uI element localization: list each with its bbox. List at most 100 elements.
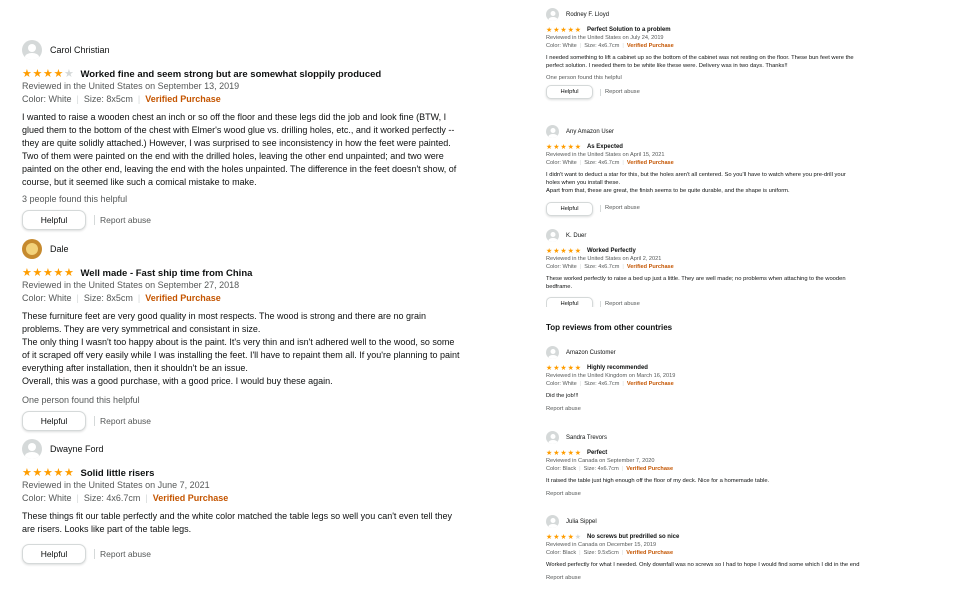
variant-size[interactable]: Size: 4x6.7cm (584, 43, 619, 49)
variant-color[interactable]: Color: Black (546, 550, 576, 556)
review-body: I wanted to raise a wooden chest an inch… (22, 112, 457, 187)
review-title[interactable]: Well made - Fast ship time from China (81, 268, 253, 279)
report-abuse-link[interactable]: Report abuse (94, 549, 151, 559)
verified-purchase-badge[interactable]: Verified Purchase (626, 550, 673, 556)
star-rating[interactable]: ★ ★ ★ ★ ★ (546, 534, 582, 541)
review-title[interactable]: Perfect Solution to a problem (587, 27, 671, 33)
reviewer-profile[interactable]: Dwayne Ford (22, 439, 462, 459)
variant-color[interactable]: Color: White (546, 264, 577, 270)
reviewer-name: Sandra Trevors (566, 434, 608, 441)
variant-color[interactable]: Color: White (22, 493, 72, 503)
star-filled-icon: ★ (553, 143, 560, 151)
report-abuse-link[interactable]: Report abuse (546, 406, 861, 413)
variant-info: Color: White | Size: 4x6.7cm | Verified Purc… (546, 381, 674, 387)
variant-color[interactable]: Color: White (22, 293, 72, 303)
verified-purchase-badge[interactable]: Verified Purchase (145, 293, 221, 303)
report-abuse-link[interactable]: Report abuse (600, 300, 640, 307)
review-title[interactable]: No screws but predrilled so nice (587, 534, 679, 540)
star-filled-icon: ★ (43, 266, 53, 279)
star-filled-icon: ★ (567, 247, 574, 255)
report-abuse-link[interactable]: Report abuse (546, 491, 861, 498)
review-title[interactable]: Worked fine and seem strong but are some… (81, 69, 382, 80)
reviewer-name: Dale (50, 244, 69, 254)
avatar (22, 439, 42, 459)
review-date: Reviewed in the United States on July 24… (546, 35, 664, 41)
star-filled-icon: ★ (560, 26, 567, 34)
star-filled-icon: ★ (574, 26, 582, 34)
star-filled-icon: ★ (553, 449, 560, 457)
star-rating[interactable]: ★ ★ ★ ★ ★ (546, 27, 582, 34)
star-filled-icon: ★ (53, 266, 64, 279)
verified-purchase-badge[interactable]: Verified Purchase (627, 160, 674, 166)
verified-purchase-badge[interactable]: Verified Purchase (153, 493, 229, 503)
helpful-count: 3 people found this helpful (22, 194, 128, 204)
variant-size[interactable]: Size: 4x6.7cm (584, 466, 619, 472)
helpful-button[interactable]: Helpful (22, 411, 86, 431)
variant-color[interactable]: Color: White (22, 94, 72, 104)
reviewer-profile[interactable]: Julia Sippel (546, 515, 861, 528)
reviewer-name: K. Duer (566, 232, 587, 239)
star-rating[interactable]: ★ ★ ★ ★ ★ (22, 67, 75, 80)
review-body: It raised the table just high enough off… (546, 478, 770, 484)
reviewer-profile[interactable]: Rodney F. Lloyd (546, 8, 861, 21)
star-filled-icon: ★ (546, 449, 553, 457)
star-filled-icon: ★ (567, 364, 574, 372)
reviewer-profile[interactable]: Carol Christian (22, 40, 462, 60)
variant-color[interactable]: Color: White (546, 43, 577, 49)
review-title[interactable]: Solid little risers (81, 468, 155, 479)
review-title[interactable]: As Expected (587, 144, 623, 150)
review-date: Reviewed in the United States on June 7,… (22, 480, 210, 490)
variant-color[interactable]: Color: White (546, 381, 577, 387)
verified-purchase-badge[interactable]: Verified Purchase (627, 264, 674, 270)
variant-size[interactable]: Size: 4x6.7cm (584, 264, 619, 270)
helpful-button[interactable]: Helpful (546, 201, 593, 216)
report-abuse-link[interactable]: Report abuse (600, 88, 640, 96)
helpful-button[interactable]: Helpful (22, 210, 86, 230)
verified-purchase-badge[interactable]: Verified Purchase (627, 43, 674, 49)
star-filled-icon: ★ (546, 533, 553, 541)
star-rating[interactable]: ★ ★ ★ ★ ★ (22, 467, 75, 479)
reviewer-profile[interactable]: Sandra Trevors (546, 431, 861, 444)
star-rating[interactable]: ★ ★ ★ ★ ★ (546, 450, 582, 457)
star-rating[interactable]: ★ ★ ★ ★ ★ (546, 248, 582, 255)
reviewer-profile[interactable]: Amazon Customer (546, 346, 861, 359)
review-card: Rodney F. Lloyd ★ ★ ★ ★ ★ Perfect Solution t… (546, 8, 861, 100)
star-filled-icon: ★ (32, 67, 43, 80)
helpful-button[interactable]: Helpful (22, 544, 86, 564)
variant-color[interactable]: Color: Black (546, 466, 576, 472)
variant-color[interactable]: Color: White (546, 160, 577, 166)
variant-size[interactable]: Size: 4x6.7cm (584, 160, 619, 166)
variant-size[interactable]: Size: 8x5cm (84, 293, 133, 303)
avatar (546, 229, 559, 242)
verified-purchase-badge[interactable]: Verified Purchase (627, 381, 674, 387)
star-rating[interactable]: ★ ★ ★ ★ ★ (546, 144, 582, 151)
review-title[interactable]: Highly recommended (587, 365, 648, 371)
variant-size[interactable]: Size: 4x6.7cm (584, 381, 619, 387)
variant-info: Color: White | Size: 4x6.7cm | Verified Purc… (546, 160, 674, 166)
star-filled-icon: ★ (574, 364, 582, 372)
report-abuse-link[interactable]: Report abuse (94, 416, 151, 426)
variant-size[interactable]: Size: 9.5x5cm (584, 550, 619, 556)
star-filled-icon: ★ (567, 533, 574, 541)
review-title[interactable]: Worked Perfectly (587, 248, 636, 254)
helpful-button[interactable]: Helpful (546, 85, 593, 100)
reviewer-profile[interactable]: Dale (22, 239, 462, 259)
star-filled-icon: ★ (574, 449, 582, 457)
variant-size[interactable]: Size: 8x5cm (84, 94, 133, 104)
reviewer-profile[interactable]: Any Amazon User (546, 125, 861, 138)
verified-purchase-badge[interactable]: Verified Purchase (626, 466, 673, 472)
star-rating[interactable]: ★ ★ ★ ★ ★ (22, 266, 75, 279)
report-abuse-link[interactable]: Report abuse (546, 575, 861, 582)
helpful-button[interactable]: Helpful (546, 297, 593, 307)
review-card: Julia Sippel ★ ★ ★ ★ ★ No screws but predril… (546, 515, 861, 582)
other-countries-heading: Top reviews from other countries (546, 323, 673, 332)
review-title[interactable]: Perfect (587, 450, 607, 456)
review-body: Did the job!!! (546, 393, 579, 399)
star-rating[interactable]: ★ ★ ★ ★ ★ (546, 365, 582, 372)
reviewer-profile[interactable]: K. Duer (546, 229, 861, 242)
review-body: These worked perfectly to raise a bed up… (546, 276, 846, 291)
verified-purchase-badge[interactable]: Verified Purchase (145, 94, 221, 104)
report-abuse-link[interactable]: Report abuse (600, 205, 640, 213)
variant-size[interactable]: Size: 4x6.7cm (84, 493, 141, 503)
report-abuse-link[interactable]: Report abuse (94, 215, 151, 225)
